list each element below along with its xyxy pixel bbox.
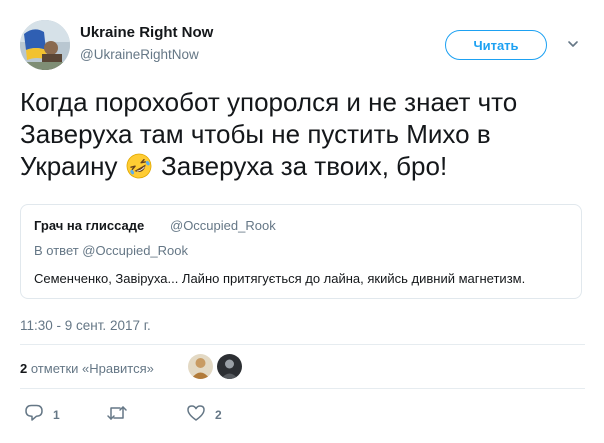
divider: [20, 388, 585, 389]
quoted-tweet-text: Семенченко, Завіруха... Лайно притягуєть…: [34, 271, 526, 286]
quoted-tweet[interactable]: Грач на глиссаде @Occupied_Rook В ответ …: [20, 204, 582, 299]
reply-icon: [25, 404, 43, 421]
author-name[interactable]: Ukraine Right Now: [80, 24, 213, 41]
reply-count: 1: [53, 408, 60, 422]
divider: [20, 344, 585, 345]
tweet-text: Когда порохобот упоролся и не знает что …: [20, 86, 592, 182]
like-count: 2: [215, 408, 222, 422]
tweet-actions: 1 2: [24, 403, 324, 427]
likes-label: отметки «Нравится»: [30, 361, 154, 376]
likes-stats[interactable]: 2 отметки «Нравится»: [20, 361, 154, 376]
heart-icon: [187, 405, 205, 421]
follow-button[interactable]: Читать: [445, 30, 547, 60]
tweet-header: Ukraine Right Now @UkraineRightNow Читат…: [20, 20, 590, 76]
quoted-author-handle: @Occupied_Rook: [170, 218, 276, 233]
rolling-on-the-floor-laughing-emoji-icon: [126, 153, 152, 179]
author-handle[interactable]: @UkraineRightNow: [80, 47, 199, 62]
quoted-reply-to[interactable]: В ответ @Occupied_Rook: [34, 243, 188, 258]
tweet-timestamp[interactable]: 11:30 - 9 сент. 2017 г.: [20, 318, 151, 333]
retweet-icon: [107, 406, 127, 420]
likes-count: 2: [20, 361, 28, 376]
tweet-text-part-2: Заверуха за твоих, бро!: [161, 151, 448, 181]
quoted-author-name: Грач на глиссаде: [34, 218, 145, 233]
liker-avatar[interactable]: [217, 354, 242, 379]
liker-avatar[interactable]: [188, 354, 213, 379]
chevron-down-icon[interactable]: [566, 37, 580, 51]
author-avatar[interactable]: [20, 20, 70, 70]
